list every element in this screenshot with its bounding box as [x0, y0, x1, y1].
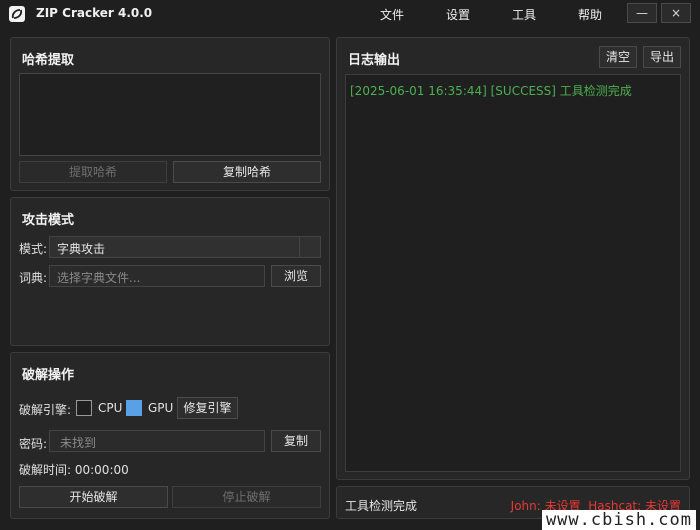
browse-button[interactable]: 浏览	[271, 265, 321, 287]
hash-panel: 哈希提取 提取哈希 复制哈希	[10, 37, 330, 191]
gpu-label: GPU	[148, 401, 174, 415]
status-text: 工具检测完成	[345, 499, 418, 513]
watermark: www.cbish.com	[541, 510, 696, 530]
extract-hash-button[interactable]: 提取哈希	[19, 161, 167, 183]
cpu-label: CPU	[98, 401, 123, 415]
password-field[interactable]: 未找到	[49, 430, 265, 452]
menu-file[interactable]: 文件	[380, 6, 404, 23]
log-output-area[interactable]: [2025-06-01 16:35:44] [SUCCESS] 工具检测完成	[345, 74, 681, 472]
attack-panel-title: 攻击模式	[22, 213, 75, 228]
app-logo-icon	[9, 6, 25, 22]
close-button[interactable]: ×	[661, 3, 691, 23]
menu-tools[interactable]: 工具	[512, 6, 536, 23]
crack-time: 破解时间: 00:00:00	[19, 463, 129, 477]
app-title: ZIP Cracker 4.0.0	[36, 6, 153, 20]
password-label: 密码:	[19, 437, 48, 451]
export-log-button[interactable]: 导出	[643, 46, 681, 68]
crack-panel-title: 破解操作	[22, 368, 75, 383]
menu-help[interactable]: 帮助	[578, 6, 602, 23]
stop-crack-button[interactable]: 停止破解	[172, 486, 321, 508]
crack-panel: 破解操作 破解引擎: CPU GPU 修复引擎 密码: 未找到 复制 破解时间:…	[10, 352, 330, 519]
hash-panel-title: 哈希提取	[22, 53, 75, 68]
dict-input-placeholder: 选择字典文件...	[57, 271, 141, 285]
minimize-button[interactable]: —	[627, 3, 657, 23]
mode-select-value: 字典攻击	[57, 242, 106, 256]
hash-textarea[interactable]	[19, 73, 321, 156]
gpu-checkbox[interactable]	[126, 400, 142, 416]
attack-panel: 攻击模式 模式: 字典攻击 词典: 选择字典文件... 浏览	[10, 197, 330, 346]
log-line: [2025-06-01 16:35:44] [SUCCESS] 工具检测完成	[350, 84, 632, 98]
engine-label: 破解引擎:	[19, 403, 72, 417]
password-value: 未找到	[60, 436, 97, 450]
copy-password-button[interactable]: 复制	[271, 430, 321, 452]
mode-label: 模式:	[19, 242, 48, 256]
repair-engine-button[interactable]: 修复引擎	[177, 397, 238, 419]
log-panel-title: 日志输出	[348, 53, 401, 68]
clear-log-button[interactable]: 清空	[599, 46, 637, 68]
copy-hash-button[interactable]: 复制哈希	[173, 161, 321, 183]
dict-input[interactable]: 选择字典文件...	[49, 265, 265, 287]
dict-label: 词典:	[19, 271, 48, 285]
cpu-checkbox[interactable]	[76, 400, 92, 416]
title-bar: ZIP Cracker 4.0.0 文件 设置 工具 帮助 — ×	[0, 0, 700, 28]
menu-settings[interactable]: 设置	[446, 6, 470, 23]
dropdown-arrow-icon	[299, 237, 320, 257]
mode-select[interactable]: 字典攻击	[49, 236, 321, 258]
start-crack-button[interactable]: 开始破解	[19, 486, 168, 508]
